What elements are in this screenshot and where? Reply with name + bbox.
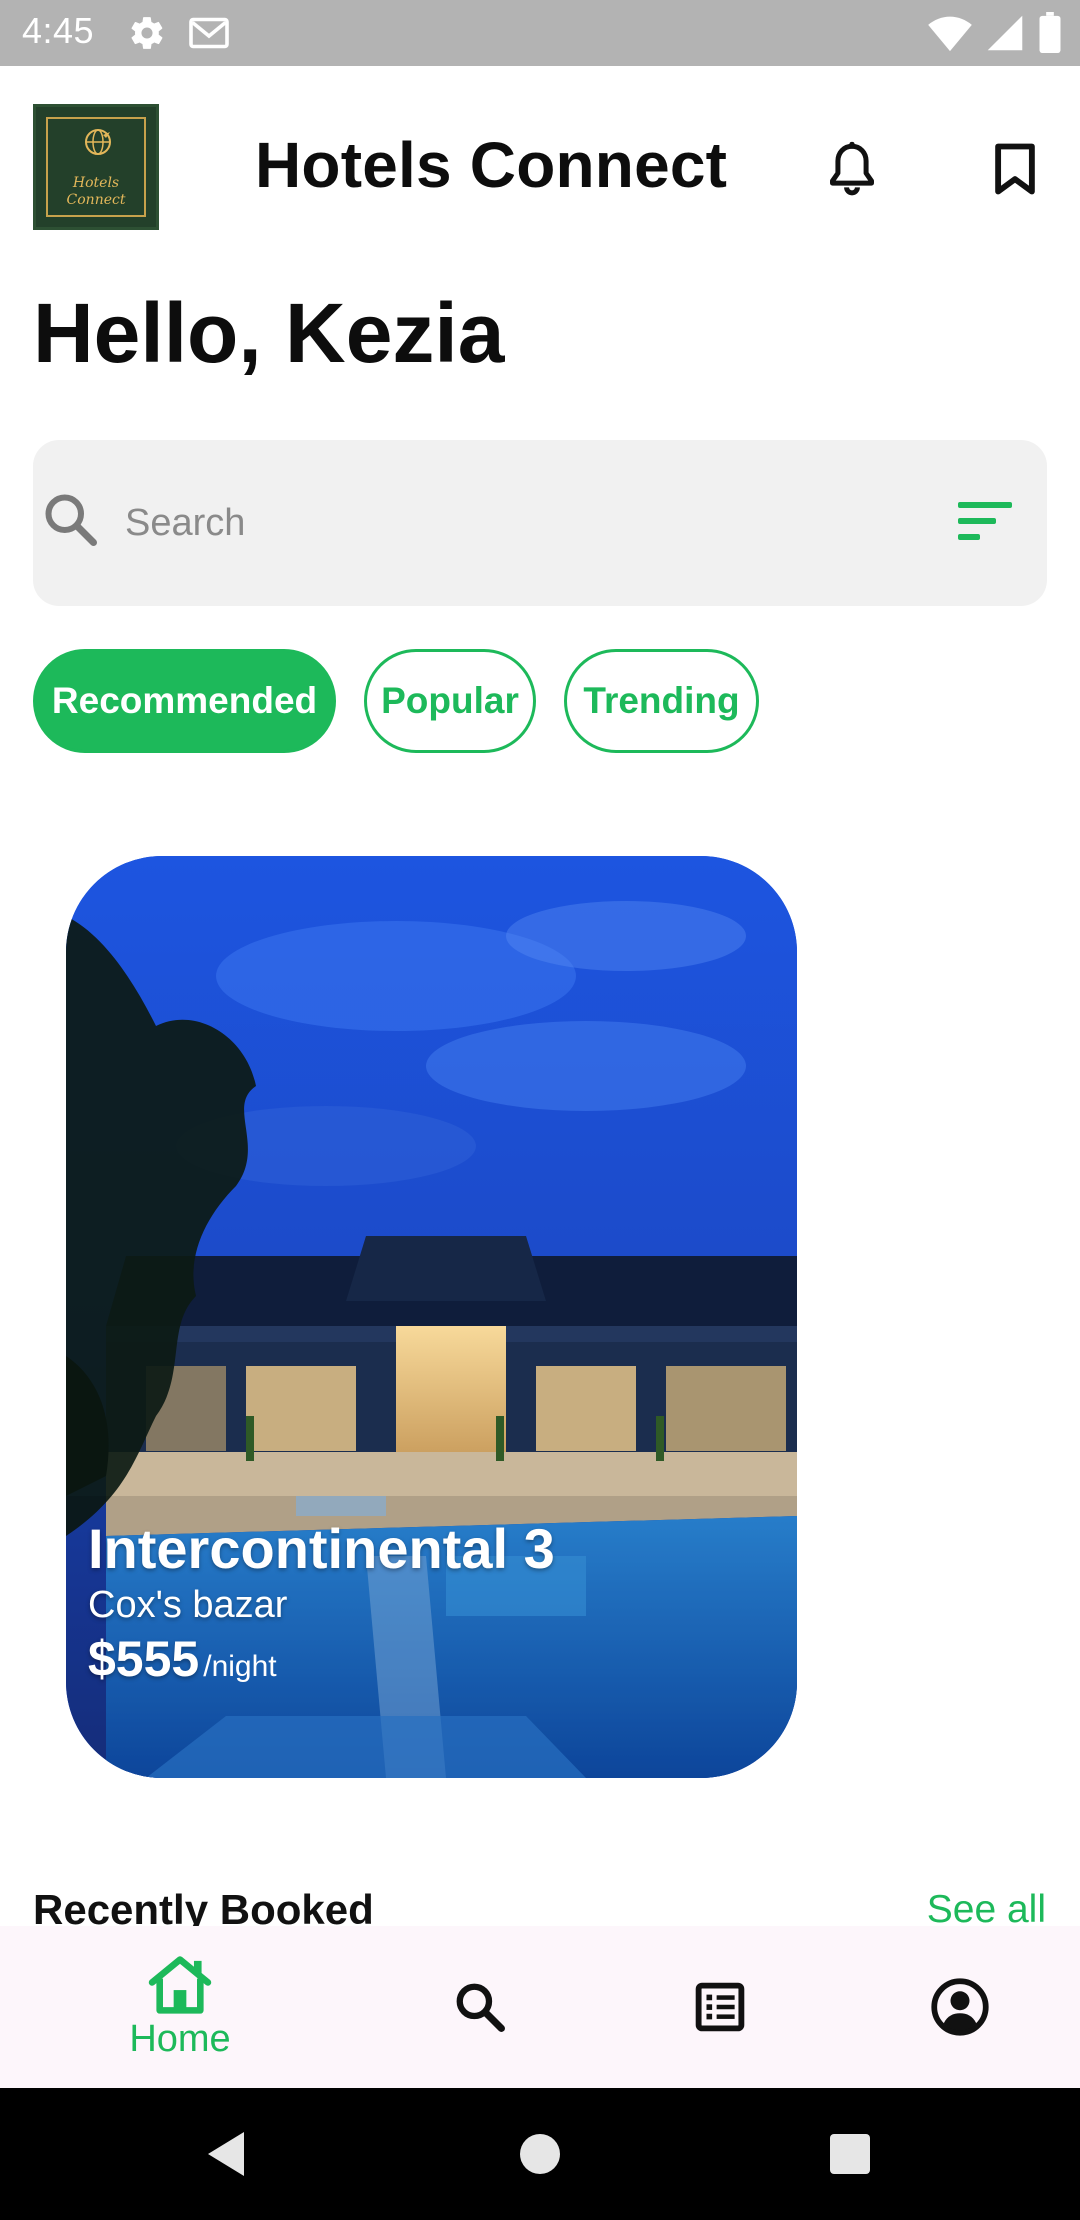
filter-sort-icon[interactable] <box>958 498 1014 544</box>
back-triangle-icon <box>208 2132 244 2176</box>
system-recents-button[interactable] <box>820 2124 880 2184</box>
battery-icon <box>1038 12 1062 59</box>
status-time: 4:45 <box>22 10 95 51</box>
search-input[interactable] <box>125 484 945 562</box>
app-header: Hotels Connect Hotels Connect <box>0 66 1080 266</box>
nav-search[interactable] <box>440 1926 520 2088</box>
chip-popular[interactable]: Popular <box>364 649 536 753</box>
chip-recommended[interactable]: Recommended <box>33 649 336 753</box>
globe-icon <box>85 129 111 155</box>
bookmarks-button[interactable] <box>985 136 1045 202</box>
system-navigation-bar <box>0 2088 1080 2220</box>
nav-bookings[interactable] <box>680 1926 760 2088</box>
profile-icon <box>931 1978 989 2036</box>
hotel-card[interactable]: Intercontinental 3 Cox's bazar $555 /nig… <box>66 856 797 1778</box>
hotel-price-unit: /night <box>203 1650 277 1683</box>
hotel-name: Intercontinental 3 <box>88 1517 555 1580</box>
greeting-text: Hello, Kezia <box>33 286 505 380</box>
status-bar: 4:45 <box>0 0 1080 66</box>
search-bar[interactable] <box>33 440 1047 606</box>
cell-signal-icon <box>986 13 1024 58</box>
nav-profile[interactable] <box>920 1926 1000 2088</box>
bell-icon <box>830 141 874 196</box>
app-title: Hotels Connect <box>255 129 728 201</box>
settings-gear-icon <box>128 14 166 57</box>
home-circle-icon <box>520 2134 560 2174</box>
app-logo: Hotels Connect <box>33 104 159 230</box>
search-icon <box>456 1983 505 2032</box>
bottom-navigation: Home <box>0 1926 1080 2088</box>
bookmark-icon <box>995 143 1035 195</box>
gmail-icon <box>188 15 230 56</box>
system-home-button[interactable] <box>510 2124 570 2184</box>
hotel-location: Cox's bazar <box>88 1584 288 1626</box>
search-icon <box>45 494 97 546</box>
system-back-button[interactable] <box>196 2124 256 2184</box>
logo-text: Hotels Connect <box>66 175 126 208</box>
bookings-list-icon <box>695 1982 745 2032</box>
chip-trending[interactable]: Trending <box>564 649 759 753</box>
hotel-price: $555 <box>88 1631 200 1687</box>
nav-home[interactable]: Home <box>100 1926 260 2088</box>
category-chips: Recommended Popular Trending <box>33 649 759 753</box>
hotel-info: Intercontinental 3 Cox's bazar $555 /nig… <box>88 1516 555 1688</box>
notifications-button[interactable] <box>822 136 882 202</box>
nav-home-label: Home <box>129 2017 231 2060</box>
recents-square-icon <box>830 2134 870 2174</box>
wifi-icon <box>928 13 972 58</box>
home-icon <box>148 1955 212 2014</box>
